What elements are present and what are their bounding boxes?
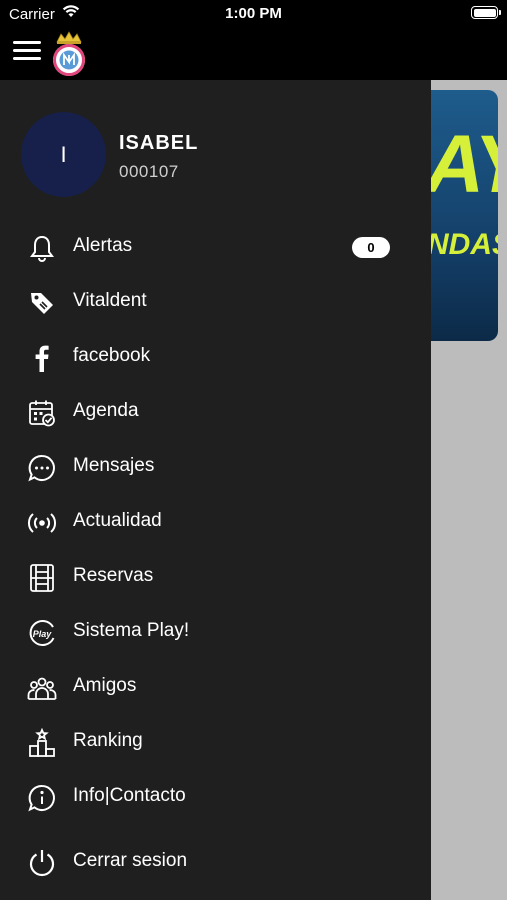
- menu-toggle-button[interactable]: [13, 39, 43, 63]
- user-id: 000107: [119, 162, 179, 181]
- bell-icon: [27, 233, 57, 263]
- power-icon: [27, 848, 57, 878]
- menu-label: Cerrar sesion: [73, 850, 188, 871]
- menu-item-alertas[interactable]: Alertas 0: [0, 220, 431, 275]
- menu-item-amigos[interactable]: Amigos: [0, 660, 431, 715]
- menu-label: Agenda: [73, 400, 139, 421]
- club-logo: [53, 31, 85, 76]
- svg-text:Play: Play: [33, 629, 53, 639]
- menu-item-facebook[interactable]: facebook: [0, 330, 431, 385]
- menu-label: Ranking: [73, 730, 143, 751]
- menu-label: Info|Contacto: [73, 785, 186, 806]
- menu-label: Reservas: [73, 565, 154, 586]
- facebook-icon: [27, 343, 57, 373]
- menu-item-info-contacto[interactable]: Info|Contacto: [0, 770, 431, 825]
- menu-item-mensajes[interactable]: Mensajes: [0, 440, 431, 495]
- alerts-count-badge: 0: [352, 237, 390, 258]
- menu-item-reservas[interactable]: Reservas: [0, 550, 431, 605]
- menu-label: Amigos: [73, 675, 137, 696]
- calendar-check-icon: [27, 398, 57, 428]
- menu-label: Mensajes: [73, 455, 155, 476]
- menu-label: facebook: [73, 345, 151, 366]
- banner-small-text: NDAS: [431, 228, 498, 261]
- tag-icon: [27, 288, 57, 318]
- menu-label: Actualidad: [73, 510, 162, 531]
- menu-item-cerrar-sesion[interactable]: Cerrar sesion: [0, 835, 431, 890]
- menu-label: Vitaldent: [73, 290, 147, 311]
- avatar-initial: I: [60, 141, 67, 167]
- people-group-icon: [27, 673, 57, 703]
- menu-label: Alertas: [73, 235, 133, 256]
- broadcast-icon: [27, 508, 57, 538]
- side-drawer: I ISABEL 000107 Alertas 0 Vitaldent face…: [0, 80, 431, 900]
- nav-bar: [0, 28, 507, 80]
- promo-banner[interactable]: AY NDAS: [431, 90, 498, 341]
- menu-item-actualidad[interactable]: Actualidad: [0, 495, 431, 550]
- podium-icon: [27, 728, 57, 758]
- status-time: 1:00 PM: [225, 5, 282, 22]
- user-name: ISABEL: [119, 132, 199, 154]
- menu-item-vitaldent[interactable]: Vitaldent: [0, 275, 431, 330]
- menu-item-sistema-play[interactable]: Play Sistema Play!: [0, 605, 431, 660]
- banner-big-text: AY: [431, 118, 498, 212]
- drawer-menu: Alertas 0 Vitaldent facebook Agenda Mens…: [0, 220, 431, 890]
- info-bubble-icon: [27, 783, 57, 813]
- status-bar: Carrier 1:00 PM: [0, 0, 507, 28]
- battery-icon: [471, 6, 498, 19]
- menu-item-ranking[interactable]: Ranking: [0, 715, 431, 770]
- content-backdrop[interactable]: AY NDAS: [431, 80, 507, 900]
- avatar[interactable]: I: [21, 112, 106, 197]
- menu-label: Sistema Play!: [73, 620, 190, 641]
- menu-item-agenda[interactable]: Agenda: [0, 385, 431, 440]
- battery-tip: [499, 10, 501, 15]
- chat-bubble-icon: [27, 453, 57, 483]
- play-badge-icon: Play: [27, 618, 57, 648]
- court-icon: [27, 563, 57, 593]
